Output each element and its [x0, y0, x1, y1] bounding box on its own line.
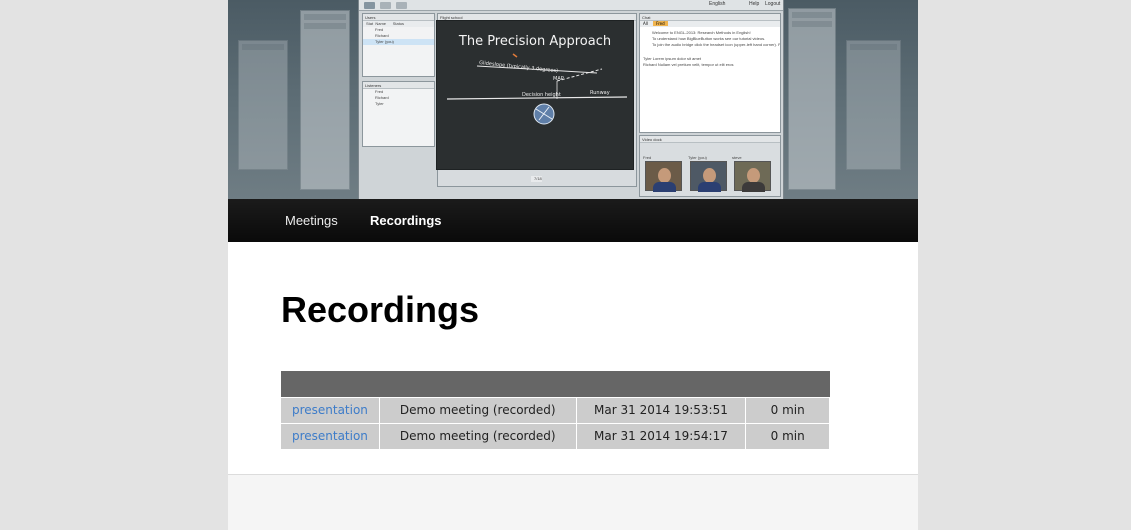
video-tile [645, 161, 682, 192]
banner-screenshot: English Help Logout Users Stat Name Stat… [228, 0, 918, 199]
length-cell: 0 min [745, 396, 830, 424]
playback-cell: presentation [280, 396, 380, 424]
ghost-window-right-far [846, 40, 901, 170]
nav-meetings[interactable]: Meetings [285, 199, 338, 242]
main-nav: Meetings Recordings [228, 199, 918, 242]
video-dock-title: Video dock [640, 136, 780, 143]
footer [228, 474, 918, 530]
ghost-window-left [300, 10, 350, 190]
nav-recordings[interactable]: Recordings [370, 199, 442, 242]
date-cell: Mar 31 2014 19:53:51 [575, 396, 747, 424]
page-indicator: 7/18 [531, 176, 542, 182]
listeners-panel: Listeners Fred Richard Tyler [362, 81, 435, 147]
table-header-row [280, 371, 830, 397]
users-col-stat: Stat [366, 21, 374, 26]
listeners-panel-title: Listeners [363, 82, 434, 89]
table-row: presentation Demo meeting (recorded) Mar… [280, 422, 830, 450]
ghost-window-left-far [238, 40, 288, 170]
listener-row: Tyler [375, 101, 384, 106]
users-col-status: Status [392, 21, 405, 26]
user-row: Tyler (you) [363, 39, 434, 45]
chat-message: Richard Nullam vel pretium velit, tempor… [643, 62, 734, 67]
runway-label: Runway [590, 90, 610, 96]
table-row: presentation Demo meeting (recorded) Mar… [280, 396, 830, 424]
video-name: Fred [643, 155, 652, 160]
users-col-name: Name [375, 21, 387, 26]
microphone-icon [396, 2, 407, 9]
chat-tab-all: All [643, 21, 648, 26]
length-cell: 0 min [745, 422, 830, 450]
approach-diagram: Glideslope (typically 3 degrees) MAP Dec… [446, 53, 628, 125]
webcam-icon [380, 2, 391, 9]
chat-tabs: All Fred [640, 21, 780, 27]
chat-message: To join the audio bridge click the heads… [652, 42, 781, 47]
map-label: MAP [553, 76, 564, 82]
playback-link[interactable]: presentation [292, 429, 368, 443]
video-name: steve [732, 155, 742, 160]
presentation-slide: The Precision Approach Glideslope (typic… [436, 20, 634, 170]
playback-link[interactable]: presentation [292, 403, 368, 417]
decision-height-label: Decision height [522, 92, 561, 98]
help-link: Help [749, 1, 760, 7]
users-panel: Users Stat Name Status Fred Richard Tyle… [362, 13, 435, 77]
chat-panel-title: Chat [640, 14, 780, 21]
logout-link: Logout [765, 1, 781, 7]
meeting-name-cell: Demo meeting (recorded) [378, 396, 577, 424]
recordings-table: presentation Demo meeting (recorded) Mar… [280, 371, 830, 450]
date-cell: Mar 31 2014 19:54:17 [575, 422, 747, 450]
playback-cell: presentation [280, 422, 380, 450]
page-container: English Help Logout Users Stat Name Stat… [228, 0, 918, 530]
video-tile [734, 161, 771, 192]
table-header [280, 371, 830, 397]
users-panel-title: Users [363, 14, 434, 21]
glideslope-label: Glideslope (typically 3 degrees) [479, 60, 558, 74]
chat-tab-fred: Fred [653, 21, 668, 26]
ghost-window-right [788, 8, 836, 190]
conference-app: English Help Logout Users Stat Name Stat… [358, 0, 784, 199]
meeting-name-cell: Demo meeting (recorded) [378, 422, 577, 450]
video-tile [690, 161, 727, 192]
video-name: Tyler (you) [688, 155, 707, 160]
headset-icon [364, 2, 375, 9]
chat-panel: Chat All Fred Welcome to ENGL-2013: Rese… [639, 13, 781, 133]
language-select: English [709, 1, 726, 7]
app-toolbar: English Help Logout [359, 0, 783, 11]
page-title: Recordings [281, 289, 480, 330]
